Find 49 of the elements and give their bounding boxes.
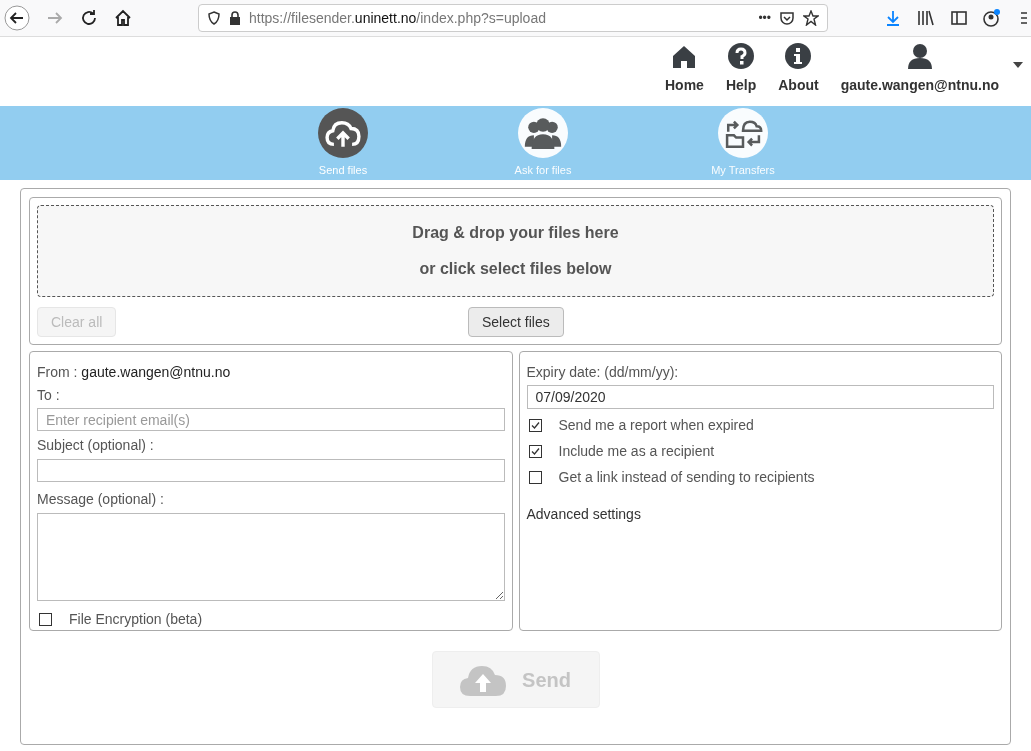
transfer-icon	[718, 107, 768, 158]
header-link[interactable]: About	[776, 43, 821, 96]
header-link[interactable]: Help	[723, 43, 759, 96]
home-icon	[672, 45, 697, 69]
subject-label: Subject (optional) :	[37, 436, 155, 456]
caret-icon[interactable]	[1013, 62, 1023, 68]
url-text: https://filesender.uninett.no/index.php?s=upload	[249, 8, 546, 28]
star-icon[interactable]	[803, 10, 819, 26]
checkbox[interactable]	[528, 445, 542, 458]
from-label: From : gaute.wangen@ntnu.no	[37, 363, 232, 382]
back-icon[interactable]	[4, 5, 30, 31]
sidebar-icon[interactable]	[951, 10, 967, 26]
option-label: Send me a report when expired	[558, 416, 754, 435]
user-icon	[906, 43, 933, 69]
lock-icon	[229, 11, 241, 25]
header-link[interactable]: Home	[663, 45, 706, 96]
option-label: Include me as a recipient	[558, 442, 715, 461]
shield-icon	[207, 11, 221, 25]
drop-zone-text: or click select files below	[419, 259, 612, 279]
home-icon[interactable]	[114, 9, 132, 27]
to-label: To :	[37, 386, 61, 405]
cloud-upload-icon	[318, 107, 368, 158]
people-icon	[518, 107, 568, 158]
subject-field[interactable]	[37, 459, 505, 483]
user-menu[interactable]: gaute.wangen@ntnu.no	[838, 43, 1001, 96]
info-icon	[785, 43, 812, 69]
message-field[interactable]	[37, 513, 505, 601]
cloud-upload-icon	[460, 663, 507, 696]
select-files-button[interactable]: Select files	[468, 307, 564, 337]
page-actions-button[interactable]: •••	[758, 9, 771, 27]
drop-zone[interactable]: Drag & drop your files here or click select files below	[37, 205, 994, 297]
library-icon[interactable]	[917, 10, 935, 26]
question-icon	[728, 43, 755, 69]
checkbox[interactable]	[39, 613, 52, 626]
expiry-label: Expiry date: (dd/mm/yy):	[526, 363, 680, 382]
pocket-icon[interactable]	[779, 10, 795, 26]
encryption-label: File Encryption (beta)	[69, 610, 203, 629]
checkbox[interactable]	[528, 419, 542, 432]
download-icon[interactable]	[885, 10, 901, 26]
reload-icon[interactable]	[80, 9, 98, 27]
message-label: Message (optional) :	[37, 490, 165, 510]
advanced-settings-link[interactable]: Advanced settings	[526, 504, 994, 525]
account-icon[interactable]	[983, 9, 1001, 27]
to-field[interactable]: Enter recipient email(s)	[37, 408, 505, 432]
address-bar[interactable]: https://filesender.uninett.no/index.php?s=upload •••	[198, 4, 828, 32]
drop-zone-text: Drag & drop your files here	[412, 223, 619, 243]
option-label: Get a link instead of sending to recipients	[558, 468, 815, 487]
expiry-date-field[interactable]: 07/09/2020	[526, 385, 994, 409]
checkbox[interactable]	[528, 471, 542, 484]
